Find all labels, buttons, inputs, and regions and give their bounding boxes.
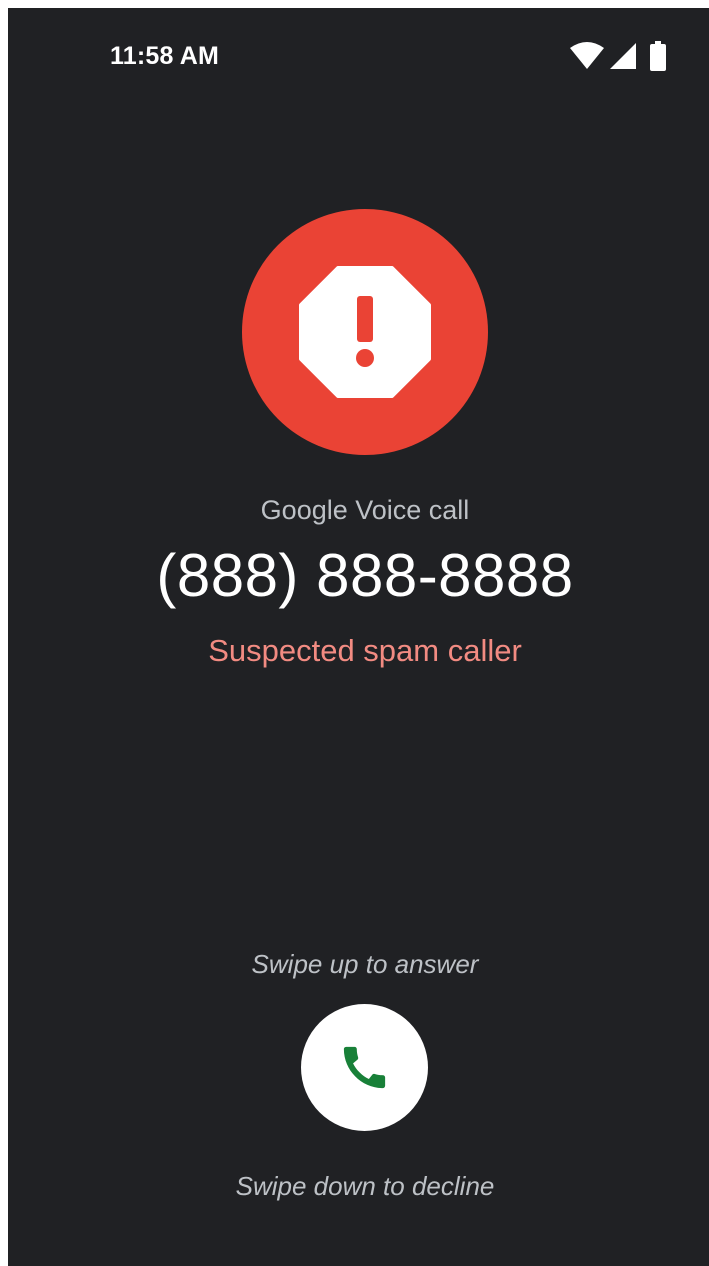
phone-icon xyxy=(343,1046,386,1089)
status-bar-icons xyxy=(568,41,668,75)
signal-icon xyxy=(610,42,636,75)
spam-warning-badge xyxy=(242,209,488,455)
swipe-down-hint: Swipe down to decline xyxy=(235,1171,495,1201)
battery-icon xyxy=(650,41,666,76)
caller-number: (888) 888-8888 xyxy=(156,542,574,609)
incoming-call-screen: 11:58 AM Google Voice call (888) 888-888… xyxy=(8,8,709,1266)
spam-warning-icon xyxy=(299,266,431,398)
wifi-icon xyxy=(570,42,604,75)
spam-caller-label: Suspected spam caller xyxy=(208,633,522,668)
call-type-label: Google Voice call xyxy=(260,495,470,525)
answer-call-button[interactable] xyxy=(301,1004,428,1131)
swipe-up-hint: Swipe up to answer xyxy=(251,949,479,979)
status-bar-time: 11:58 AM xyxy=(110,42,220,70)
